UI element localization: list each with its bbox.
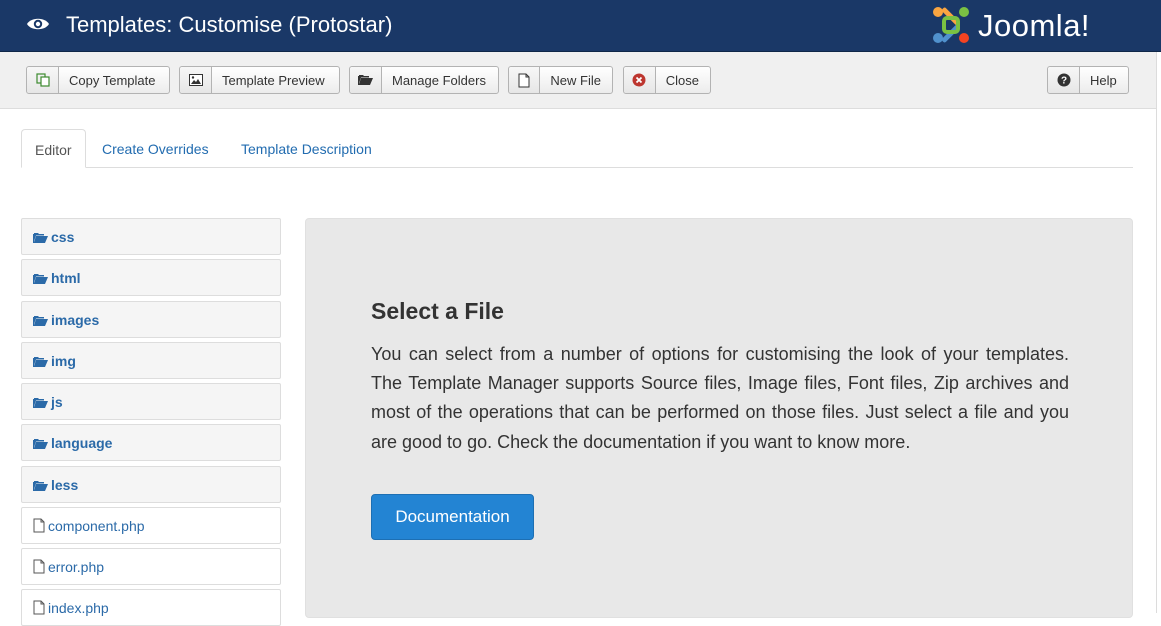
app-header: Templates: Customise (Protostar) Joomla! [0, 0, 1161, 52]
copy-template-button[interactable]: Copy Template [26, 66, 170, 94]
manage-folders-label: Manage Folders [392, 72, 486, 88]
select-file-panel: Select a File You can select from a numb… [305, 218, 1133, 618]
file-icon [33, 518, 45, 533]
tree-folder-label: css [51, 229, 75, 245]
panel-description: You can select from a number of options … [371, 344, 1069, 452]
page-title: Templates: Customise (Protostar) [66, 12, 393, 37]
help-button[interactable]: ? Help [1047, 66, 1129, 94]
joomla-logo-icon [933, 7, 969, 43]
template-preview-button[interactable]: Template Preview [179, 66, 340, 94]
folder-open-icon [33, 316, 48, 326]
new-file-button[interactable]: New File [508, 66, 613, 94]
folder-open-icon [33, 274, 48, 284]
tree-folder-js[interactable]: js [21, 383, 281, 420]
tree-folder-label: html [51, 270, 81, 286]
joomla-logo-text: Joomla! [978, 8, 1091, 43]
documentation-button[interactable]: Documentation [371, 494, 534, 540]
file-icon [33, 559, 45, 574]
tree-folder-language[interactable]: language [21, 424, 281, 461]
file-icon [509, 67, 541, 93]
close-icon [624, 67, 656, 93]
tree-folder-label: images [51, 312, 100, 328]
tree-file-error[interactable]: error.php [21, 548, 281, 585]
tree-file-label: component.php [48, 518, 145, 534]
close-button[interactable]: Close [623, 66, 711, 94]
tab-bar: Editor Create Overrides Template Descrip… [21, 129, 1133, 168]
tree-file-component[interactable]: component.php [21, 507, 281, 544]
joomla-logo: Joomla! [930, 4, 1130, 46]
tab-create-overrides[interactable]: Create Overrides [89, 129, 222, 168]
tree-folder-label: js [51, 394, 63, 410]
folder-open-icon [33, 357, 48, 367]
manage-folders-button[interactable]: Manage Folders [349, 66, 499, 94]
image-icon [180, 67, 212, 93]
close-label: Close [665, 72, 699, 88]
tree-folder-label: img [51, 353, 76, 369]
svg-text:?: ? [1060, 76, 1066, 87]
folder-open-icon [33, 398, 48, 408]
tree-file-label: error.php [48, 559, 105, 575]
tree-folder-label: less [51, 477, 79, 493]
toolbar: Copy Template Template Preview Manage Fo… [0, 52, 1161, 109]
panel-heading: Select a File [371, 298, 504, 324]
tree-folder-label: language [51, 435, 113, 451]
tree-folder-css[interactable]: css [21, 218, 281, 255]
new-file-label: New File [550, 72, 601, 88]
tab-template-description[interactable]: Template Description [228, 129, 385, 168]
copy-icon [27, 67, 59, 93]
tree-file-label: index.php [48, 600, 109, 616]
folder-open-icon [33, 439, 48, 449]
folder-open-icon [33, 233, 48, 243]
folder-open-icon [350, 67, 382, 93]
tree-folder-images[interactable]: images [21, 301, 281, 338]
tree-file-index[interactable]: index.php [21, 589, 281, 626]
template-preview-label: Template Preview [222, 72, 325, 88]
help-label: Help [1090, 72, 1117, 88]
tree-folder-img[interactable]: img [21, 342, 281, 379]
tree-folder-html[interactable]: html [21, 259, 281, 296]
tree-folder-less[interactable]: less [21, 466, 281, 503]
copy-template-label: Copy Template [69, 72, 156, 88]
help-icon: ? [1048, 67, 1080, 93]
window-edge [1156, 52, 1161, 613]
eye-icon [27, 18, 49, 30]
folder-open-icon [33, 481, 48, 491]
tab-editor[interactable]: Editor [21, 129, 86, 168]
